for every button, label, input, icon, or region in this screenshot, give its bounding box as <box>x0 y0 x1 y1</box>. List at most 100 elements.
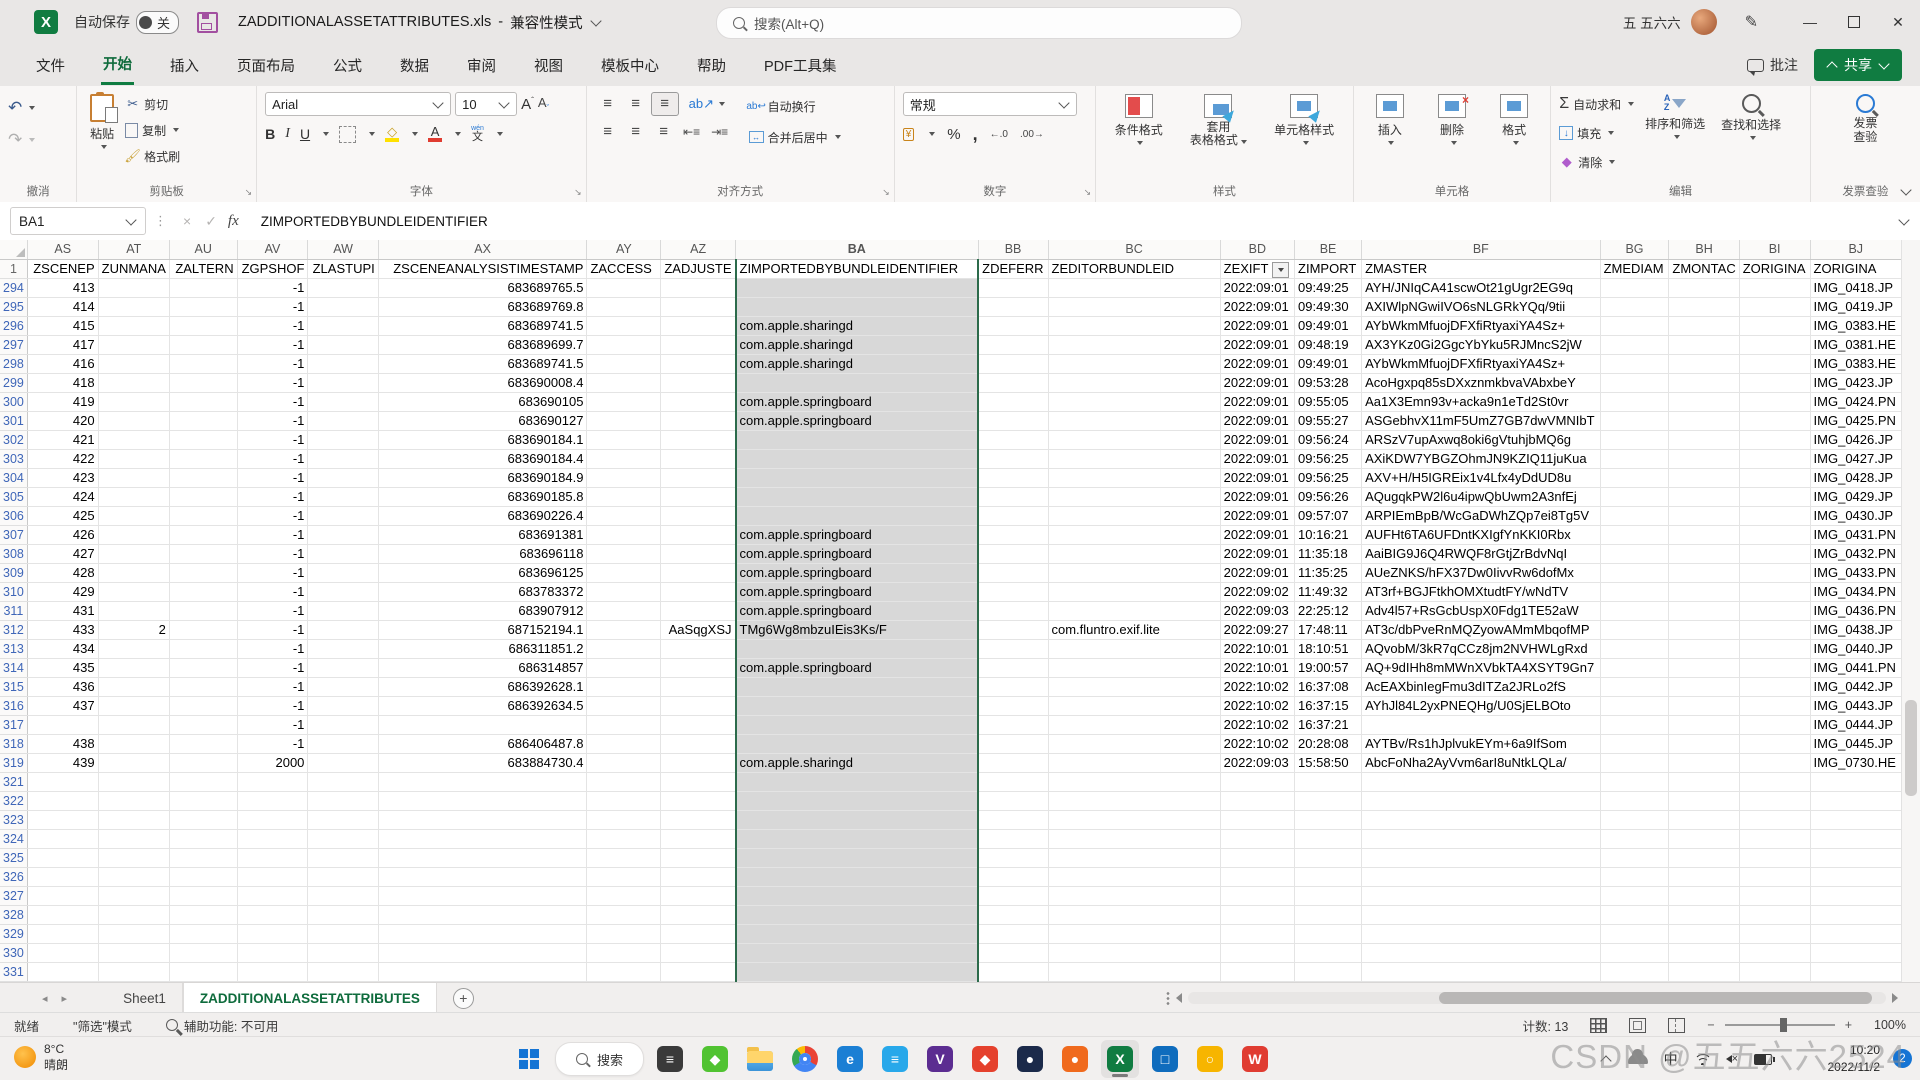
cell[interactable]: 421 <box>27 431 98 450</box>
cell[interactable] <box>1220 849 1294 868</box>
cell[interactable]: ZUNMANA <box>98 260 169 279</box>
cell[interactable] <box>98 488 169 507</box>
cell[interactable] <box>1048 906 1220 925</box>
cell[interactable] <box>1362 792 1601 811</box>
cell[interactable]: Adv4l57+RsGcbUspX0Fdg1TE52aW <box>1362 602 1601 621</box>
cell[interactable] <box>378 963 587 982</box>
cell[interactable] <box>378 830 587 849</box>
cell[interactable] <box>169 526 237 545</box>
cell[interactable] <box>1739 868 1810 887</box>
cell[interactable] <box>978 317 1048 336</box>
cell[interactable] <box>169 298 237 317</box>
cell[interactable] <box>237 868 308 887</box>
cell[interactable] <box>98 507 169 526</box>
cell[interactable] <box>978 678 1048 697</box>
cell[interactable] <box>308 640 378 659</box>
cell[interactable] <box>661 583 736 602</box>
cell[interactable] <box>661 317 736 336</box>
cell[interactable] <box>1669 545 1739 564</box>
cell[interactable]: IMG_0431.PN <box>1810 526 1901 545</box>
cell[interactable] <box>98 868 169 887</box>
cell[interactable] <box>1295 830 1362 849</box>
cell[interactable] <box>308 412 378 431</box>
cell[interactable] <box>1600 811 1669 830</box>
cell[interactable] <box>736 678 979 697</box>
row-header[interactable]: 299 <box>0 374 27 393</box>
wps-app-icon[interactable]: W <box>1236 1040 1274 1078</box>
cell[interactable] <box>1669 906 1739 925</box>
cell[interactable]: IMG_0436.PN <box>1810 602 1901 621</box>
cell[interactable]: AcoHgxpq85sDXxznmkbvaVAbxbeY <box>1362 374 1601 393</box>
increase-decimal-button[interactable]: ←.0 <box>990 129 1008 140</box>
notes-app-icon[interactable]: ≡ <box>651 1040 689 1078</box>
filter-applied-icon[interactable] <box>1272 262 1289 278</box>
cell[interactable]: -1 <box>237 450 308 469</box>
cell[interactable] <box>169 868 237 887</box>
cell[interactable] <box>978 811 1048 830</box>
cell[interactable] <box>1669 507 1739 526</box>
share-button[interactable]: 共享 <box>1814 49 1902 81</box>
cell[interactable] <box>1739 583 1810 602</box>
cell[interactable] <box>1600 469 1669 488</box>
cell[interactable]: 683690184.1 <box>378 431 587 450</box>
cell[interactable] <box>587 906 661 925</box>
cell[interactable]: -1 <box>237 507 308 526</box>
cell[interactable] <box>169 944 237 963</box>
cell[interactable] <box>587 868 661 887</box>
cell[interactable]: IMG_0425.PN <box>1810 412 1901 431</box>
minimize-button[interactable]: — <box>1788 0 1832 44</box>
cell[interactable]: 09:56:26 <box>1295 488 1362 507</box>
cell[interactable]: AXiKDW7YBGZOhmJN9KZIQ11juKua <box>1362 450 1601 469</box>
cell[interactable] <box>1048 564 1220 583</box>
cell[interactable] <box>27 887 98 906</box>
row-header[interactable]: 314 <box>0 659 27 678</box>
cell[interactable]: 2022:09:01 <box>1220 279 1294 298</box>
cell[interactable] <box>378 792 587 811</box>
cell[interactable] <box>1669 450 1739 469</box>
cell[interactable] <box>661 849 736 868</box>
cell[interactable] <box>308 564 378 583</box>
cell[interactable] <box>308 317 378 336</box>
cell[interactable]: 09:56:24 <box>1295 431 1362 450</box>
row-header[interactable]: 294 <box>0 279 27 298</box>
cell[interactable] <box>1600 773 1669 792</box>
cell[interactable] <box>1048 792 1220 811</box>
cell[interactable] <box>27 811 98 830</box>
cell[interactable] <box>736 811 979 830</box>
cell[interactable] <box>1669 374 1739 393</box>
row-header[interactable]: 315 <box>0 678 27 697</box>
cell[interactable] <box>978 697 1048 716</box>
row-header[interactable]: 296 <box>0 317 27 336</box>
cell[interactable] <box>1220 830 1294 849</box>
cell[interactable] <box>237 944 308 963</box>
cell[interactable]: 419 <box>27 393 98 412</box>
cell[interactable] <box>169 925 237 944</box>
cell[interactable] <box>1600 678 1669 697</box>
cell[interactable] <box>98 925 169 944</box>
cell[interactable]: 686392628.1 <box>378 678 587 697</box>
cell[interactable] <box>587 279 661 298</box>
currency-format-button[interactable]: ¥ <box>903 128 915 141</box>
tab-PDF工具集[interactable]: PDF工具集 <box>762 47 839 84</box>
cell[interactable] <box>237 906 308 925</box>
cell[interactable] <box>1739 678 1810 697</box>
cell[interactable]: ZALTERN <box>169 260 237 279</box>
cell[interactable]: ZORIGINA <box>1810 260 1901 279</box>
restore-button[interactable] <box>1832 0 1876 44</box>
cell[interactable]: 433 <box>27 621 98 640</box>
cell[interactable] <box>587 849 661 868</box>
cell[interactable] <box>587 887 661 906</box>
cell[interactable] <box>587 450 661 469</box>
cell[interactable] <box>1669 602 1739 621</box>
cell[interactable]: 20:28:08 <box>1295 735 1362 754</box>
cell[interactable] <box>98 450 169 469</box>
cell[interactable] <box>1600 602 1669 621</box>
cell[interactable] <box>308 849 378 868</box>
cell[interactable]: com.apple.springboard <box>736 412 979 431</box>
cell[interactable] <box>587 583 661 602</box>
row-header[interactable]: 321 <box>0 773 27 792</box>
cell[interactable] <box>1739 317 1810 336</box>
cell[interactable]: 434 <box>27 640 98 659</box>
number-format-select[interactable]: 常规 <box>903 92 1077 116</box>
column-header-BI[interactable]: BI <box>1739 240 1810 260</box>
